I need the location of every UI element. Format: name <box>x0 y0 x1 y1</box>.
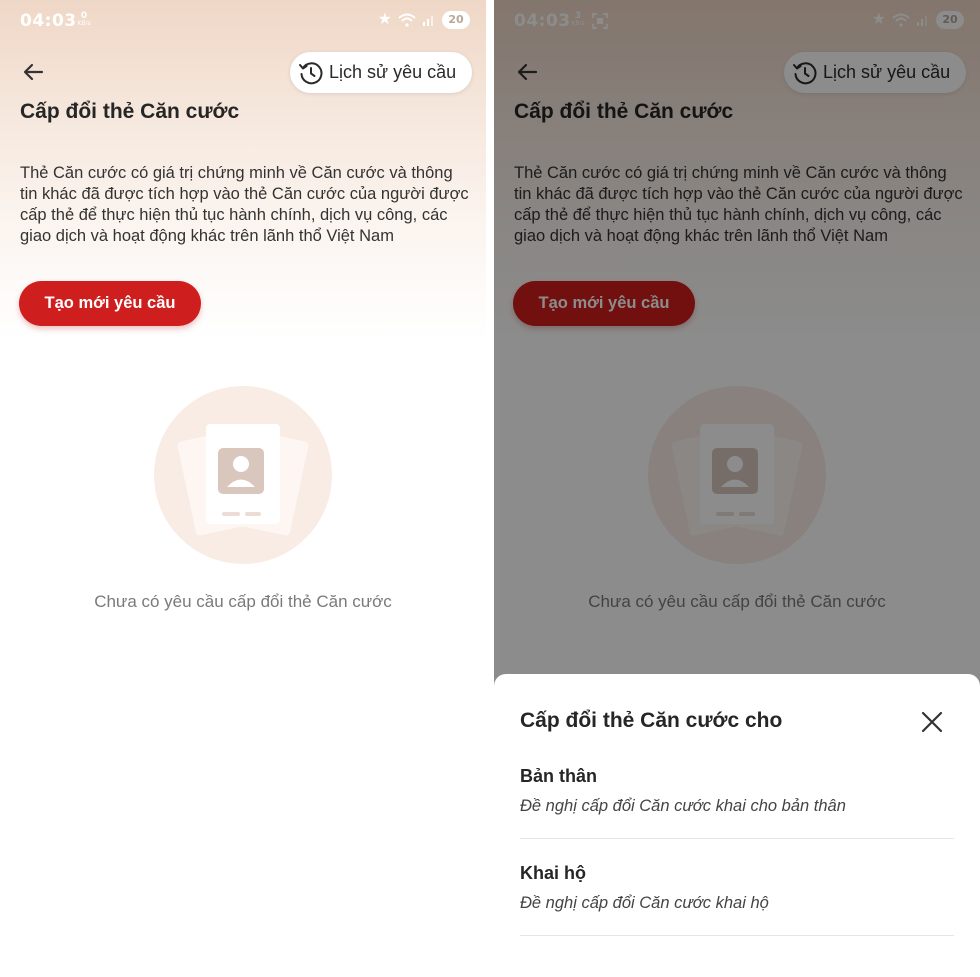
request-history-label: Lịch sử yêu cầu <box>329 62 457 82</box>
option-description: Đề nghị cấp đổi Căn cước khai cho bản th… <box>520 797 846 815</box>
id-card-icon <box>154 386 332 564</box>
id-card-screen: 04:03 0 KB/s ★ 20 Lịch sử yêu cầu Cấp đổ… <box>0 0 486 977</box>
page-title: Cấp đổi thẻ Căn cước <box>20 100 240 123</box>
bottom-sheet-title: Cấp đổi thẻ Căn cước cho <box>520 709 783 732</box>
option-description: Đề nghị cấp đổi Căn cước khai hộ <box>520 894 769 912</box>
option-title: Khai hộ <box>520 863 586 883</box>
request-history-button[interactable]: Lịch sử yêu cầu <box>290 52 472 93</box>
battery-indicator: 20 <box>442 11 470 29</box>
back-arrow-icon[interactable] <box>20 60 48 84</box>
network-speed-unit: KB/s <box>77 20 91 27</box>
history-clock-icon <box>299 61 323 84</box>
option-title: Bản thân <box>520 766 598 786</box>
comparison-canvas: 04:03 0 KB/s ★ 20 Lịch sử yêu cầu Cấp đổ… <box>0 0 980 977</box>
page-description: Thẻ Căn cước có giá trị chứng minh về Că… <box>20 164 469 245</box>
option-self[interactable]: Bản thân Đề nghị cấp đổi Căn cước khai c… <box>520 764 954 839</box>
star-icon: ★ <box>377 11 392 28</box>
signal-icon <box>423 16 433 26</box>
empty-state-message: Chưa có yêu cầu cấp đổi thẻ Căn cước <box>94 592 392 611</box>
status-icons: ★ 20 <box>378 11 470 29</box>
id-card-screen-with-sheet: 04:03 3 KB/s ★ 20 Lịch sử yêu cầu Cấp đổ… <box>494 0 980 977</box>
status-time: 04:03 <box>20 11 77 31</box>
network-speed-value: 0 <box>80 11 88 21</box>
bottom-sheet: Cấp đổi thẻ Căn cước cho Bản thân Đề ngh… <box>494 674 980 977</box>
network-speed: 0 KB/s <box>74 12 94 28</box>
close-icon[interactable] <box>920 710 944 734</box>
option-on-behalf[interactable]: Khai hộ Đề nghị cấp đổi Căn cước khai hộ <box>520 861 954 936</box>
status-bar: 04:03 0 KB/s ★ 20 <box>0 0 486 44</box>
create-request-button[interactable]: Tạo mới yêu cầu <box>19 281 201 326</box>
wifi-icon <box>398 13 416 27</box>
